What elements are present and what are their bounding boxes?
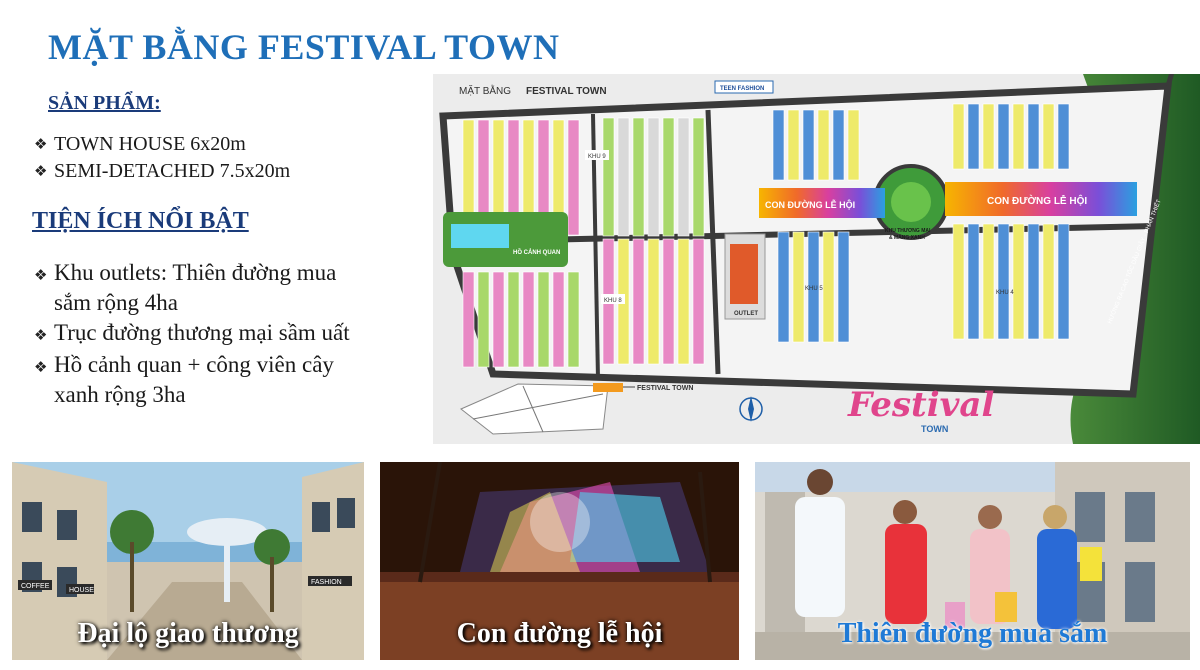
teen-fashion-label: TEEN FASHION — [720, 86, 764, 92]
list-item: ❖ Khu outlets: Thiên đường mua sắm rộng 4… — [34, 258, 374, 318]
lot-row — [602, 117, 615, 237]
product-label: SEMI-DETACHED 7.5x20m — [54, 160, 291, 182]
zone-9-label: KHU 9 — [588, 154, 606, 160]
lot-row — [507, 271, 520, 368]
product-label: TOWN HOUSE 6x20m — [54, 133, 246, 155]
photo-commercial-avenue: COFFEE HOUSE FASHION Đại lộ giao thương — [12, 462, 364, 660]
diamond-bullet-icon: ❖ — [34, 326, 48, 344]
lot-row — [617, 117, 630, 237]
list-item: ❖ Hồ cảnh quan + công viên cây xanh rộng … — [34, 350, 374, 410]
lot-row — [832, 109, 845, 181]
lot-row — [477, 271, 490, 368]
commercial-zone-label: KHU THƯƠNG MẠI — [885, 228, 931, 234]
festival-logo: Festival — [847, 385, 994, 425]
lot-row — [647, 238, 660, 365]
lot-row — [567, 119, 580, 236]
plan-title-bold: FESTIVAL TOWN — [526, 86, 607, 97]
lot-row — [837, 231, 850, 343]
lot-row — [552, 271, 565, 368]
lot-row — [462, 271, 475, 368]
lot-row — [802, 109, 815, 181]
page-title: MẶT BẰNG FESTIVAL TOWN — [48, 27, 560, 67]
lot-row — [1057, 103, 1070, 170]
photo-caption: Thiên đường mua sắm — [837, 618, 1108, 649]
lot-row — [982, 103, 995, 170]
zone-4-label: KHU 4 — [996, 290, 1014, 296]
lot-row — [847, 109, 860, 181]
lot-row — [692, 117, 705, 237]
feature-label: Trục đường thương mại sầm uất — [54, 320, 350, 345]
lot-row — [662, 117, 675, 237]
diamond-bullet-icon: ❖ — [34, 266, 48, 284]
lot-row — [967, 103, 980, 170]
list-item: ❖ TOWN HOUSE 6x20m — [34, 131, 290, 158]
locator-label: FESTIVAL TOWN — [637, 385, 693, 392]
features-heading: TIỆN ÍCH NỔI BẬT — [32, 208, 249, 234]
lot-row — [772, 109, 785, 181]
feature-label: Hồ cảnh quan + công viên cây xanh rộng 3… — [54, 352, 334, 407]
locator-highlight — [593, 383, 623, 392]
list-item: ❖ Trục đường thương mại sầm uất — [34, 318, 374, 350]
lot-row — [952, 103, 965, 170]
lot-row — [1012, 103, 1025, 170]
lot-row — [792, 231, 805, 343]
lot-row — [692, 238, 705, 365]
lot-row — [677, 238, 690, 365]
lot-row — [567, 271, 580, 368]
master-plan-svg: MẶT BẰNG FESTIVAL TOWN TEEN FASHION KHU … — [433, 74, 1200, 444]
lot-row — [632, 117, 645, 237]
products-heading: SẢN PHẨM: — [48, 92, 161, 114]
festival-road-right-label: CON ĐƯỜNG LỄ HỘI — [987, 194, 1087, 207]
commercial-zone-label-2: & MẢNG XANH — [889, 234, 925, 241]
zone-8-label: KHU 8 — [604, 298, 622, 304]
photo-festival-street: Con đường lễ hội — [380, 462, 739, 660]
lot-row — [1057, 223, 1070, 340]
lot-row — [1042, 223, 1055, 340]
roundabout-center — [891, 182, 931, 222]
photo-shopping-paradise: Thiên đường mua sắm — [755, 462, 1190, 660]
outlet-label: OUTLET — [734, 311, 758, 317]
festival-logo-sub: TOWN — [921, 424, 948, 434]
lot-row — [787, 109, 800, 181]
lot-row — [677, 117, 690, 237]
lot-row — [817, 109, 830, 181]
lot-row — [492, 271, 505, 368]
coffee-sign: COFFEE — [21, 583, 50, 590]
lot-row — [777, 231, 790, 343]
feature-label: Khu outlets: Thiên đường mua sắm rộng 4h… — [54, 260, 337, 315]
lot-row — [982, 223, 995, 340]
features-list: ❖ Khu outlets: Thiên đường mua sắm rộng 4… — [34, 258, 374, 410]
lot-row — [967, 223, 980, 340]
diamond-bullet-icon: ❖ — [34, 162, 48, 180]
outlet-roof — [730, 244, 758, 304]
lot-row — [1042, 103, 1055, 170]
plan-title-prefix: MẶT BẰNG — [459, 84, 511, 97]
diamond-bullet-icon: ❖ — [34, 135, 48, 153]
festival-road-left-label: CON ĐƯỜNG LỄ HỘI — [765, 199, 855, 210]
lot-row — [662, 238, 675, 365]
lot-row — [1012, 223, 1025, 340]
house-sign: HOUSE — [69, 587, 94, 594]
lake-label: HỒ CẢNH QUAN — [513, 249, 560, 256]
lot-row — [997, 103, 1010, 170]
diamond-bullet-icon: ❖ — [34, 358, 48, 376]
lot-row — [632, 238, 645, 365]
lot-row — [1027, 223, 1040, 340]
lot-row — [537, 271, 550, 368]
products-list: ❖ TOWN HOUSE 6x20m ❖ SEMI-DETACHED 7.5x20m — [34, 131, 290, 185]
photo-caption: Con đường lễ hội — [456, 618, 663, 649]
list-item: ❖ SEMI-DETACHED 7.5x20m — [34, 158, 290, 185]
lake — [451, 224, 509, 248]
lot-row — [822, 231, 835, 343]
master-plan-map: MẶT BẰNG FESTIVAL TOWN TEEN FASHION KHU … — [433, 74, 1200, 444]
zone-5-label: KHU 5 — [805, 286, 823, 292]
lot-row — [647, 117, 660, 237]
lot-row — [1027, 103, 1040, 170]
lot-row — [952, 223, 965, 340]
lot-row — [522, 271, 535, 368]
lot-row — [997, 223, 1010, 340]
photo-caption: Đại lộ giao thương — [77, 618, 299, 649]
fashion-sign: FASHION — [311, 579, 342, 586]
